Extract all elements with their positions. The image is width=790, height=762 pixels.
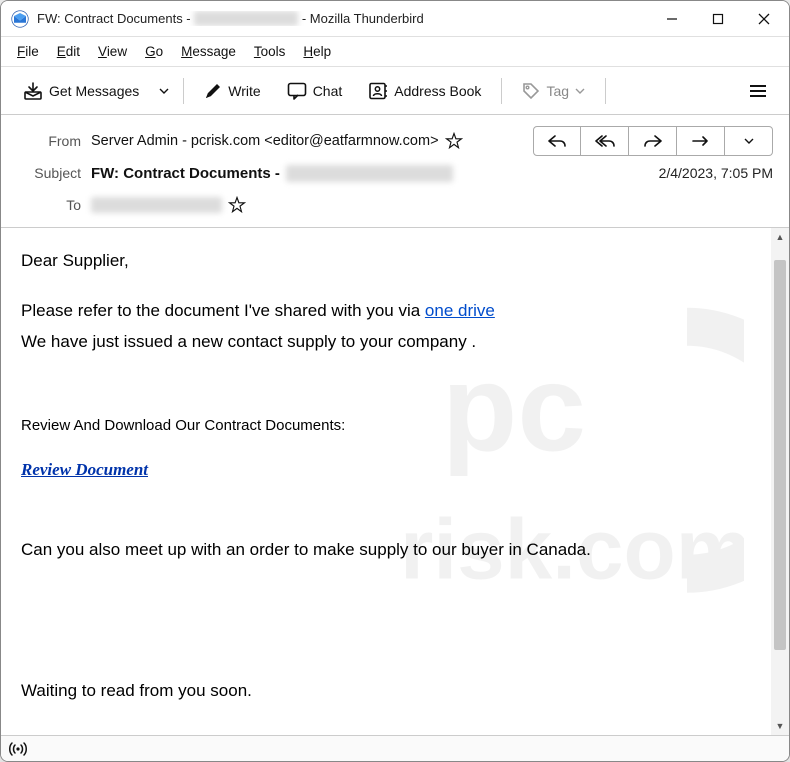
write-button[interactable]: Write: [194, 76, 270, 106]
chat-label: Chat: [313, 83, 343, 99]
menu-help[interactable]: Help: [295, 41, 339, 62]
tag-label: Tag: [546, 83, 569, 99]
app-menu-button[interactable]: [739, 78, 777, 104]
title-bar: FW: Contract Documents - xxxxxxxxxxxxxxx…: [1, 1, 789, 37]
separator: [183, 78, 184, 104]
close-button[interactable]: [741, 1, 787, 36]
title-suffix: - Mozilla Thunderbird: [298, 11, 423, 26]
onedrive-link[interactable]: one drive: [425, 301, 495, 320]
forward-button[interactable]: [629, 126, 677, 156]
reply-button[interactable]: [533, 126, 581, 156]
p1-text: Please refer to the document I've shared…: [21, 301, 425, 320]
minimize-button[interactable]: [649, 1, 695, 36]
menu-view[interactable]: View: [90, 41, 135, 62]
paragraph-5: Can you also meet up with an order to ma…: [21, 537, 751, 563]
chat-button[interactable]: Chat: [277, 76, 353, 106]
write-label: Write: [228, 83, 260, 99]
subject-redacted: xxxxxxxxxxxxxxxxxxxx: [286, 165, 453, 182]
reply-all-button[interactable]: [581, 126, 629, 156]
tag-icon: [522, 82, 540, 100]
broadcast-icon[interactable]: [9, 741, 27, 757]
title-prefix: FW: Contract Documents -: [37, 11, 194, 26]
app-window: FW: Contract Documents - xxxxxxxxxxxxxxx…: [0, 0, 790, 762]
star-icon[interactable]: [445, 132, 463, 150]
addressbook-label: Address Book: [394, 83, 481, 99]
pencil-icon: [204, 82, 222, 100]
from-text: Server Admin - pcrisk.com <editor@eatfar…: [91, 133, 439, 149]
download-icon: [23, 82, 43, 100]
toolbar: Get Messages Write Chat Address Book Tag: [1, 67, 789, 115]
date: 2/4/2023, 7:05 PM: [659, 165, 773, 181]
window-controls: [649, 1, 787, 36]
scrollbar[interactable]: ▲ ▼: [771, 228, 789, 735]
menu-bar: File Edit View Go Message Tools Help: [1, 37, 789, 67]
review-document-link[interactable]: Review Document: [21, 460, 148, 479]
to-label: To: [17, 197, 81, 213]
to-redacted: xxxxxxxxxxxxxxxxxx: [91, 197, 222, 213]
subject-label: Subject: [17, 165, 81, 181]
menu-edit[interactable]: Edit: [49, 41, 88, 62]
status-bar: [1, 735, 789, 761]
title-redacted: xxxxxxxxxxxxxxxx: [194, 11, 298, 26]
address-book-button[interactable]: Address Book: [358, 76, 491, 106]
scroll-down-button[interactable]: ▼: [771, 717, 789, 735]
tag-button[interactable]: Tag: [512, 76, 595, 106]
addressbook-icon: [368, 82, 388, 100]
message-body: pcrisk.com Dear Supplier, Please refer t…: [1, 228, 771, 735]
chevron-down-icon: [575, 88, 585, 94]
separator: [501, 78, 502, 104]
star-icon[interactable]: [228, 196, 246, 214]
scroll-up-button[interactable]: ▲: [771, 228, 789, 246]
paragraph-2: We have just issued a new contact supply…: [21, 329, 751, 355]
get-messages-label: Get Messages: [49, 83, 139, 99]
message-headers: From Server Admin - pcrisk.com <editor@e…: [1, 115, 789, 228]
message-action-buttons: [533, 126, 773, 156]
scroll-track[interactable]: [771, 246, 789, 717]
content-wrap: pcrisk.com Dear Supplier, Please refer t…: [1, 228, 789, 735]
from-value: Server Admin - pcrisk.com <editor@eatfar…: [91, 132, 463, 150]
more-actions-button[interactable]: [725, 126, 773, 156]
scroll-thumb[interactable]: [774, 260, 786, 650]
subject-text: FW: Contract Documents -: [91, 165, 280, 182]
menu-tools[interactable]: Tools: [246, 41, 294, 62]
chat-icon: [287, 82, 307, 100]
to-value: xxxxxxxxxxxxxxxxxx: [91, 196, 246, 214]
greeting: Dear Supplier,: [21, 248, 751, 274]
menu-file[interactable]: File: [9, 41, 47, 62]
window-title: FW: Contract Documents - xxxxxxxxxxxxxxx…: [37, 11, 649, 26]
app-icon: [11, 10, 29, 28]
menu-message[interactable]: Message: [173, 41, 244, 62]
menu-go[interactable]: Go: [137, 41, 171, 62]
paragraph-3: Review And Download Our Contract Documen…: [21, 415, 751, 438]
from-label: From: [17, 133, 81, 149]
get-messages-dropdown[interactable]: [155, 82, 173, 100]
get-messages-button[interactable]: Get Messages: [13, 76, 149, 106]
separator: [605, 78, 606, 104]
subject-value: FW: Contract Documents - xxxxxxxxxxxxxxx…: [91, 165, 453, 182]
paragraph-6: Waiting to read from you soon.: [21, 678, 751, 704]
paragraph-1: Please refer to the document I've shared…: [21, 298, 751, 324]
maximize-button[interactable]: [695, 1, 741, 36]
redirect-button[interactable]: [677, 126, 725, 156]
